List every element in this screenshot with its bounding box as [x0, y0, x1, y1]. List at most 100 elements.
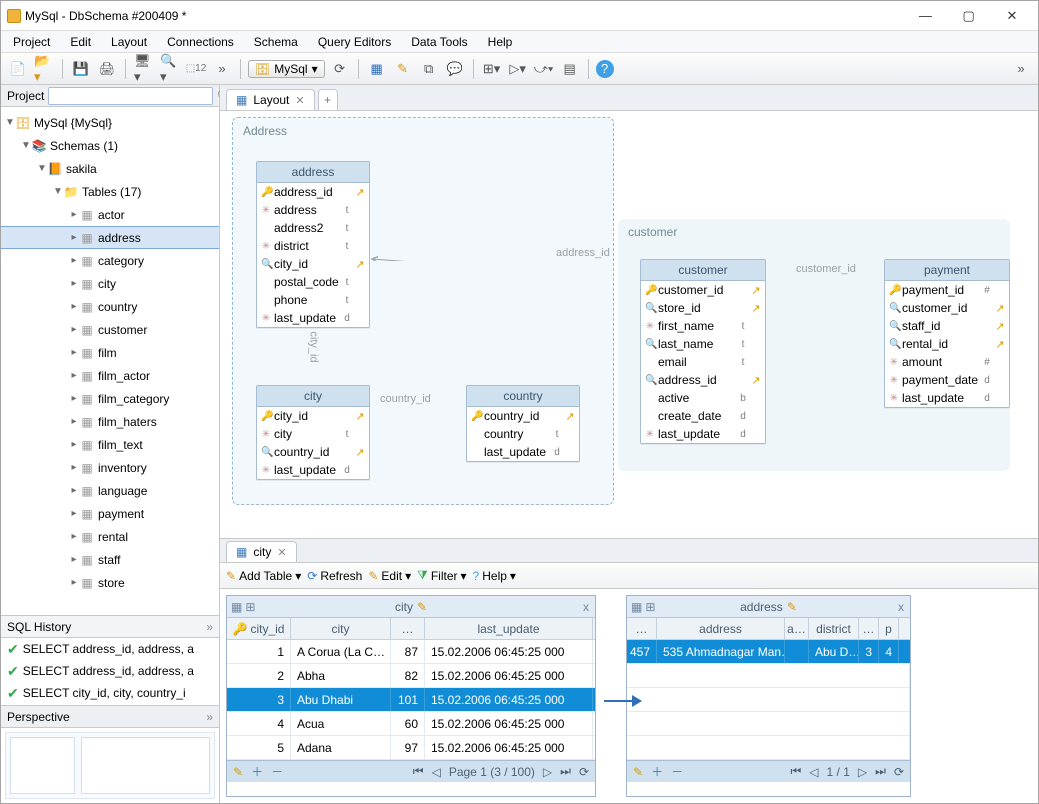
- copy-icon[interactable]: ⧉: [418, 58, 440, 80]
- fk-label-country-id: country_id: [380, 393, 431, 405]
- history-item[interactable]: ✔SELECT address_id, address, a: [1, 638, 219, 660]
- sql-icon[interactable]: ▷▾: [507, 58, 529, 80]
- prev-page-icon[interactable]: ◁: [432, 765, 441, 779]
- close-icon[interactable]: x: [583, 600, 589, 614]
- remove-row-icon[interactable]: －: [671, 763, 683, 780]
- first-page-icon[interactable]: ⏮: [413, 764, 424, 779]
- remove-row-icon[interactable]: －: [271, 763, 283, 780]
- zoom-icon[interactable]: 🔍▾: [159, 58, 181, 80]
- help-icon[interactable]: ?: [596, 60, 614, 78]
- tree-table-film_haters[interactable]: ▸▦film_haters: [1, 410, 219, 433]
- edit-button[interactable]: ✎Edit▾: [368, 569, 411, 583]
- menu-layout[interactable]: Layout: [111, 35, 147, 49]
- entity-payment[interactable]: payment🔑payment_id#🔍customer_id↗🔍staff_i…: [884, 259, 1010, 408]
- print-icon[interactable]: 🖨: [96, 58, 118, 80]
- prev-page-icon[interactable]: ◁: [809, 765, 818, 779]
- table-row[interactable]: 3Abu Dhabi10115.02.2006 06:45:25 000: [227, 688, 595, 712]
- diagram-canvas[interactable]: Address customer city_id coun: [220, 111, 1038, 538]
- menu-connections[interactable]: Connections: [167, 35, 234, 49]
- tree-table-film[interactable]: ▸▦film: [1, 341, 219, 364]
- overflow-icon[interactable]: »: [206, 710, 213, 724]
- pencil-icon[interactable]: ✎: [233, 765, 243, 779]
- refresh-icon[interactable]: ⟳: [579, 765, 589, 779]
- first-page-icon[interactable]: ⏮: [790, 764, 801, 779]
- menu-edit[interactable]: Edit: [70, 35, 91, 49]
- last-page-icon[interactable]: ⏭: [875, 764, 886, 779]
- new-icon[interactable]: 📄: [7, 58, 29, 80]
- comment-icon[interactable]: 💬: [444, 58, 466, 80]
- table-row[interactable]: 457535 Ahmadnagar Man…Abu D…34: [627, 640, 910, 664]
- tree-table-customer[interactable]: ▸▦customer: [1, 318, 219, 341]
- forward-icon[interactable]: »: [211, 58, 233, 80]
- open-icon[interactable]: 📂▾: [33, 58, 55, 80]
- table-edit-icon[interactable]: ▤: [559, 58, 581, 80]
- close-icon[interactable]: ✕: [277, 546, 286, 559]
- data-grid-city[interactable]: ▦⊞city✎x🔑city_idcity…last_update1A Corua…: [226, 595, 596, 797]
- next-page-icon[interactable]: ▷: [543, 765, 552, 779]
- badge-12-icon[interactable]: ⬚12: [185, 58, 207, 80]
- refresh-icon[interactable]: ⟳: [329, 58, 351, 80]
- last-page-icon[interactable]: ⏭: [560, 764, 571, 779]
- overflow-icon[interactable]: »: [206, 620, 213, 634]
- add-tab-button[interactable]: +: [318, 89, 338, 110]
- help-button[interactable]: ?Help▾: [473, 569, 516, 583]
- perspective-thumbnail[interactable]: [5, 732, 215, 799]
- entity-customer[interactable]: customer🔑customer_id↗🔍store_id↗✳first_na…: [640, 259, 766, 444]
- tree-table-category[interactable]: ▸▦category: [1, 249, 219, 272]
- table-plus-icon[interactable]: ⊞▾: [481, 58, 503, 80]
- refresh-button[interactable]: ⟳Refresh: [307, 569, 362, 583]
- save-icon[interactable]: 💾: [70, 58, 92, 80]
- menu-query-editors[interactable]: Query Editors: [318, 35, 391, 49]
- left-panel: Project 🔍 ▼🗄MySql {MySql}▼📚Schemas (1)▼📙…: [1, 85, 220, 803]
- entity-country[interactable]: country🔑country_id↗countrytlast_updated: [466, 385, 580, 462]
- minimize-button[interactable]: —: [905, 2, 945, 30]
- tree-table-staff[interactable]: ▸▦staff: [1, 548, 219, 571]
- tree-table-country[interactable]: ▸▦country: [1, 295, 219, 318]
- menu-project[interactable]: Project: [13, 35, 50, 49]
- maximize-button[interactable]: ▢: [949, 2, 989, 30]
- table-row[interactable]: 4Acua6015.02.2006 06:45:25 000: [227, 712, 595, 736]
- tree-table-film_text[interactable]: ▸▦film_text: [1, 433, 219, 456]
- history-item[interactable]: ✔SELECT address_id, address, a: [1, 660, 219, 682]
- entity-address[interactable]: address🔑address_id↗✳addresstaddress2t✳di…: [256, 161, 370, 328]
- export-icon[interactable]: ⤻▾: [533, 58, 555, 80]
- close-button[interactable]: ✕: [992, 2, 1032, 30]
- pencil-icon[interactable]: ✎: [633, 765, 643, 779]
- close-icon[interactable]: ✕: [295, 94, 304, 107]
- tree-table-city[interactable]: ▸▦city: [1, 272, 219, 295]
- grid-icon[interactable]: ▦: [366, 58, 388, 80]
- monitor-icon[interactable]: 🖥▾: [133, 58, 155, 80]
- filter-button[interactable]: ⧩Filter▾: [417, 568, 466, 583]
- overflow-icon[interactable]: »: [1010, 58, 1032, 80]
- menu-help[interactable]: Help: [488, 35, 513, 49]
- tab-city-browse[interactable]: ▦ city ✕: [226, 541, 297, 562]
- pencil-icon[interactable]: ✎: [392, 58, 414, 80]
- data-grid-address[interactable]: ▦⊞address✎x…addressa…district…p457535 Ah…: [626, 595, 911, 797]
- menu-schema[interactable]: Schema: [254, 35, 298, 49]
- tree-table-address[interactable]: ▸▦address: [1, 226, 219, 249]
- tree-table-payment[interactable]: ▸▦payment: [1, 502, 219, 525]
- next-page-icon[interactable]: ▷: [858, 765, 867, 779]
- table-row[interactable]: 5Adana9715.02.2006 06:45:25 000: [227, 736, 595, 760]
- search-input[interactable]: [48, 87, 213, 105]
- project-tree[interactable]: ▼🗄MySql {MySql}▼📚Schemas (1)▼📙sakila▼📁Ta…: [1, 107, 219, 615]
- add-row-icon[interactable]: ＋: [251, 763, 263, 780]
- tree-table-film_category[interactable]: ▸▦film_category: [1, 387, 219, 410]
- add-table-button[interactable]: ✎Add Table▾: [226, 569, 301, 583]
- close-icon[interactable]: x: [898, 600, 904, 614]
- connection-selector[interactable]: 🗄 MySql ▾: [248, 60, 325, 78]
- table-row[interactable]: 2Abha8215.02.2006 06:45:25 000: [227, 664, 595, 688]
- refresh-icon[interactable]: ⟳: [894, 765, 904, 779]
- tree-table-rental[interactable]: ▸▦rental: [1, 525, 219, 548]
- history-item[interactable]: ✔SELECT city_id, city, country_i: [1, 682, 219, 704]
- tree-table-inventory[interactable]: ▸▦inventory: [1, 456, 219, 479]
- add-row-icon[interactable]: ＋: [651, 763, 663, 780]
- tab-layout[interactable]: ▦ Layout ✕: [226, 89, 315, 110]
- entity-city[interactable]: city🔑city_id↗✳cityt🔍country_id↗✳last_upd…: [256, 385, 370, 480]
- tree-table-store[interactable]: ▸▦store: [1, 571, 219, 594]
- menu-data-tools[interactable]: Data Tools: [411, 35, 467, 49]
- tree-table-film_actor[interactable]: ▸▦film_actor: [1, 364, 219, 387]
- tree-table-actor[interactable]: ▸▦actor: [1, 203, 219, 226]
- tree-table-language[interactable]: ▸▦language: [1, 479, 219, 502]
- table-row[interactable]: 1A Corua (La C…8715.02.2006 06:45:25 000: [227, 640, 595, 664]
